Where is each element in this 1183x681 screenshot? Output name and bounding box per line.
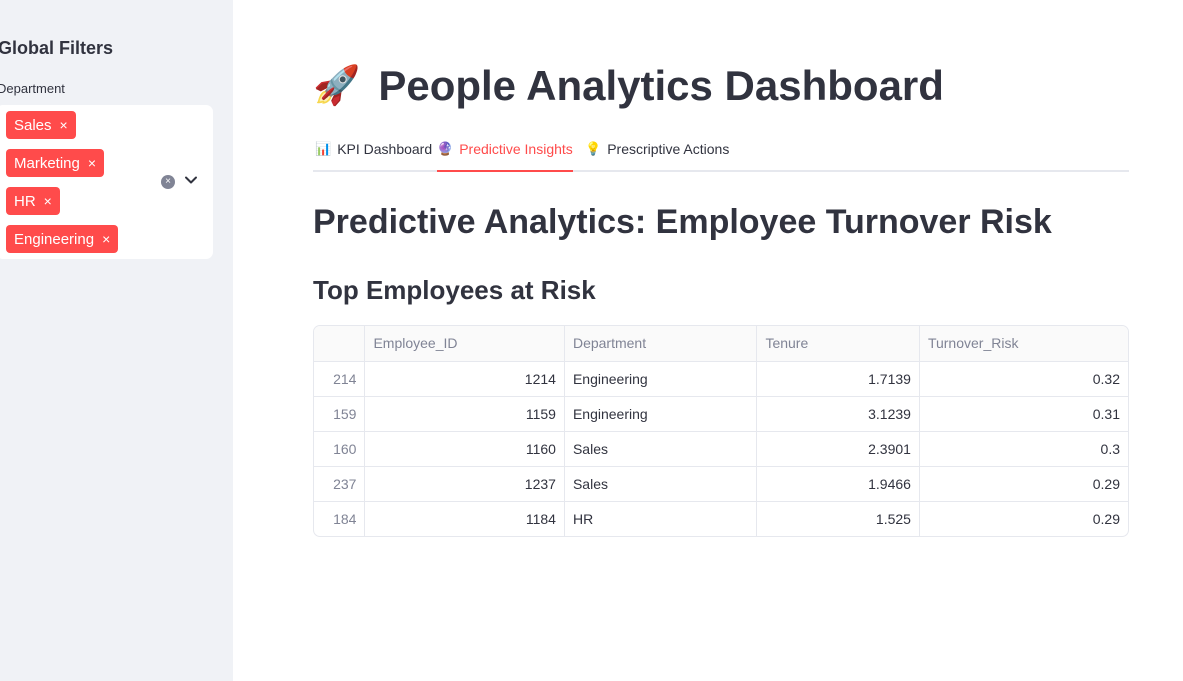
- tab-bar: 📊 KPI Dashboard 🔮 Predictive Insights 💡 …: [313, 136, 1129, 172]
- department-cell: Sales: [564, 431, 758, 467]
- turnover-risk-cell: 0.32: [919, 361, 1128, 397]
- column-header-turnover-risk[interactable]: Turnover_Risk: [919, 326, 1128, 362]
- department-cell: HR: [564, 501, 758, 536]
- tenure-cell: 3.1239: [756, 396, 920, 432]
- table-row[interactable]: 214 1214 Engineering 1.7139 0.32: [314, 361, 1128, 397]
- page-title-text: People Analytics Dashboard: [378, 62, 944, 109]
- section-heading: Predictive Analytics: Employee Turnover …: [313, 203, 1052, 241]
- bar-chart-icon: 📊: [315, 141, 332, 156]
- chip-label: Engineering: [14, 230, 95, 248]
- table-header-row: Employee_ID Department Tenure Turnover_R…: [314, 326, 1128, 362]
- main-content: 🚀 People Analytics Dashboard 📊 KPI Dashb…: [313, 0, 1129, 681]
- department-cell: Engineering: [564, 396, 758, 432]
- tab-prescriptive-actions[interactable]: 💡 Prescriptive Actions: [585, 141, 729, 172]
- department-cell: Sales: [564, 466, 758, 502]
- risk-table[interactable]: Employee_ID Department Tenure Turnover_R…: [313, 325, 1129, 537]
- employee-id-cell: 1214: [364, 361, 565, 397]
- turnover-risk-cell: 0.29: [919, 466, 1128, 502]
- page-title: 🚀 People Analytics Dashboard: [313, 62, 944, 110]
- employee-id-cell: 1237: [364, 466, 565, 502]
- row-index: 159: [314, 396, 366, 432]
- crystal-ball-icon: 🔮: [437, 141, 454, 156]
- table-row[interactable]: 160 1160 Sales 2.3901 0.3: [314, 431, 1128, 467]
- chip-remove-icon[interactable]: ×: [88, 156, 96, 170]
- tab-label: KPI Dashboard: [337, 141, 433, 157]
- table-row[interactable]: 184 1184 HR 1.525 0.29: [314, 501, 1128, 536]
- chevron-down-icon[interactable]: [184, 173, 198, 187]
- row-index: 160: [314, 431, 366, 467]
- department-cell: Engineering: [564, 361, 758, 397]
- section-subheading: Top Employees at Risk: [313, 275, 596, 305]
- department-label: Department: [0, 81, 65, 96]
- column-header-department[interactable]: Department: [564, 326, 758, 362]
- employee-id-cell: 1160: [364, 431, 565, 467]
- chip-label: Sales: [14, 116, 52, 134]
- rocket-icon: 🚀: [313, 65, 361, 107]
- chip-label: HR: [14, 192, 36, 210]
- chip-hr[interactable]: HR ×: [6, 187, 60, 215]
- column-header-index[interactable]: [314, 326, 366, 362]
- employee-id-cell: 1159: [364, 396, 565, 432]
- chip-marketing[interactable]: Marketing ×: [6, 149, 105, 177]
- light-bulb-icon: 💡: [585, 141, 602, 156]
- employee-id-cell: 1184: [364, 501, 565, 536]
- tenure-cell: 1.9466: [756, 466, 920, 502]
- clear-all-icon[interactable]: ×: [161, 175, 175, 189]
- chip-remove-icon[interactable]: ×: [44, 194, 52, 208]
- tab-label: Prescriptive Actions: [607, 141, 730, 157]
- chip-remove-icon[interactable]: ×: [60, 118, 68, 132]
- row-index: 214: [314, 361, 366, 397]
- chip-remove-icon[interactable]: ×: [102, 232, 110, 246]
- tab-label: Predictive Insights: [459, 141, 573, 157]
- tenure-cell: 2.3901: [756, 431, 920, 467]
- row-index: 184: [314, 501, 366, 536]
- chip-sales[interactable]: Sales ×: [6, 111, 76, 139]
- chip-engineering[interactable]: Engineering ×: [6, 225, 119, 253]
- row-index: 237: [314, 466, 366, 502]
- sidebar: Global Filters Department Sales × Market…: [0, 0, 233, 681]
- tab-kpi-dashboard[interactable]: 📊 KPI Dashboard: [315, 141, 432, 172]
- tab-predictive-insights[interactable]: 🔮 Predictive Insights: [437, 141, 573, 172]
- sidebar-title: Global Filters: [0, 38, 114, 58]
- turnover-risk-cell: 0.3: [919, 431, 1128, 467]
- tenure-cell: 1.525: [756, 501, 920, 536]
- column-header-tenure[interactable]: Tenure: [756, 326, 920, 362]
- turnover-risk-cell: 0.29: [1092, 510, 1120, 527]
- table-row[interactable]: 237 1237 Sales 1.9466 0.29: [314, 466, 1128, 502]
- chip-label: Marketing: [14, 154, 80, 172]
- department-multiselect[interactable]: Sales × Marketing × HR × Engineering × ×: [0, 105, 213, 259]
- table-row[interactable]: 159 1159 Engineering 3.1239 0.31: [314, 396, 1128, 432]
- tenure-cell: 1.7139: [756, 361, 920, 397]
- turnover-risk-cell: 0.31: [919, 396, 1128, 432]
- column-header-employee-id[interactable]: Employee_ID: [364, 326, 565, 362]
